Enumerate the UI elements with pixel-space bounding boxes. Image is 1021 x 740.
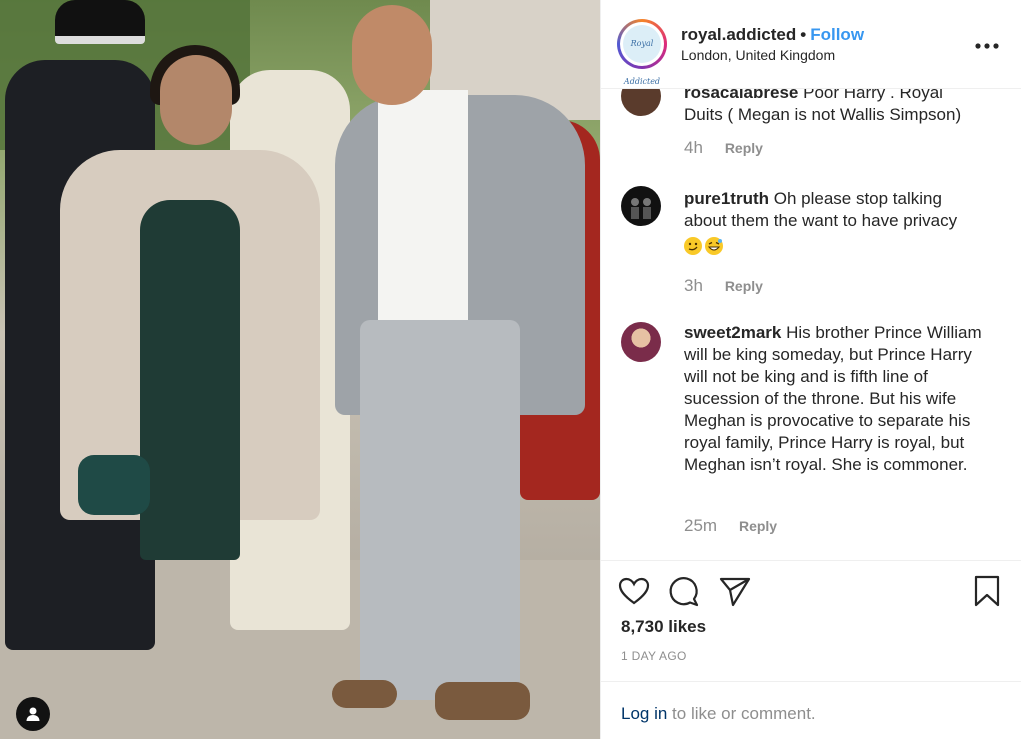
post-photo[interactable] xyxy=(0,0,600,739)
username-link[interactable]: royal.addicted xyxy=(681,25,796,44)
post-timestamp[interactable]: 1 DAY AGO xyxy=(621,649,687,663)
comment-list[interactable]: rosacalabrese Poor Harry . Royal Duits (… xyxy=(601,88,1021,561)
post-panel: Royal Addicted royal.addicted • Follow Lon… xyxy=(600,0,1021,739)
photo-figure-head xyxy=(352,5,432,105)
post-header: Royal Addicted royal.addicted • Follow Lon… xyxy=(601,0,1021,89)
comment-username[interactable]: pure1truth xyxy=(684,189,769,208)
grin-sweat-emoji-icon xyxy=(705,236,723,255)
comment-avatar[interactable] xyxy=(621,322,661,362)
separator-dot: • xyxy=(800,25,807,44)
comment-time: 3h xyxy=(684,276,703,295)
smirk-emoji-icon xyxy=(684,236,702,255)
photo-figure-shirt xyxy=(378,90,468,320)
comment-avatar[interactable] xyxy=(621,186,661,226)
login-link[interactable]: Log in xyxy=(621,704,667,723)
comment-icon[interactable] xyxy=(667,574,701,608)
login-prompt: Log in to like or comment. xyxy=(601,681,1021,740)
avatar-logo: Royal Addicted xyxy=(623,25,661,86)
follow-button[interactable]: Follow xyxy=(810,25,864,44)
photo-shoe xyxy=(435,682,530,720)
more-horizontal-icon[interactable] xyxy=(975,30,999,56)
login-text: to like or comment. xyxy=(667,704,816,723)
comment-text: His brother Prince William will be king … xyxy=(684,323,982,474)
reply-button[interactable]: Reply xyxy=(725,140,763,156)
heart-icon[interactable] xyxy=(617,574,651,608)
photo-figure-trousers xyxy=(360,320,520,700)
user-tag-icon[interactable] xyxy=(16,697,50,731)
like-count[interactable]: 8,730 likes xyxy=(621,617,706,637)
comment-username[interactable]: sweet2mark xyxy=(684,323,781,342)
photo-figure-face xyxy=(160,55,232,145)
photo-officer-hat xyxy=(55,0,145,44)
action-bar: 8,730 likes 1 DAY AGO xyxy=(601,560,1021,680)
avatar[interactable]: Royal Addicted xyxy=(617,19,667,86)
photo-figure-dress xyxy=(140,200,240,560)
location-link[interactable]: London, United Kingdom xyxy=(681,47,835,63)
photo-handbag xyxy=(78,455,150,515)
reply-button[interactable]: Reply xyxy=(739,518,777,534)
bookmark-icon[interactable] xyxy=(970,574,1004,608)
comment-time: 25m xyxy=(684,516,718,535)
photo-shoe xyxy=(332,680,397,708)
comment-username[interactable]: rosacalabrese xyxy=(684,88,798,102)
share-icon[interactable] xyxy=(718,574,752,608)
comment-time: 4h xyxy=(684,138,703,157)
reply-button[interactable]: Reply xyxy=(725,278,763,294)
